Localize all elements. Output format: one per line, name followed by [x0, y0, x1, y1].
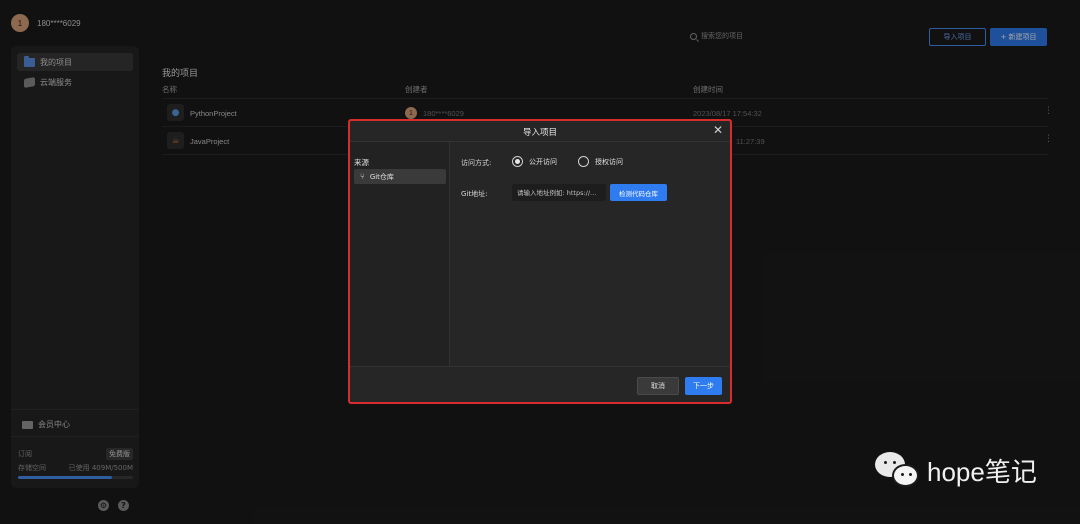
radio-public-access[interactable]: 公开访问 — [512, 156, 557, 167]
radio-unchecked-icon[interactable] — [578, 156, 589, 167]
source-label: 来源 — [354, 158, 369, 167]
detect-repository-button[interactable]: 检测代码仓库 — [610, 184, 667, 201]
radio-label: 授权访问 — [595, 157, 623, 166]
radio-authorized-access[interactable]: 授权访问 — [578, 156, 623, 167]
source-item-label: Git仓库 — [369, 172, 394, 181]
git-url-label: Git地址: — [461, 190, 488, 198]
wechat-logo-icon — [873, 449, 921, 491]
import-project-dialog: 导入项目 ✕ 来源 ⑂ Git仓库 访问方式: 公开访问 授权访问 Git地址:… — [348, 119, 732, 404]
git-url-input[interactable] — [512, 184, 606, 201]
source-panel: 来源 ⑂ Git仓库 — [350, 142, 450, 366]
divider — [350, 366, 730, 367]
source-item-git[interactable]: ⑂ Git仓库 — [354, 169, 446, 184]
close-icon[interactable]: ✕ — [713, 123, 723, 137]
next-button[interactable]: 下一步 — [685, 377, 722, 395]
radio-label: 公开访问 — [529, 157, 557, 166]
cancel-button[interactable]: 取消 — [637, 377, 679, 395]
git-branch-icon: ⑂ — [360, 172, 365, 181]
watermark-text: hope笔记 — [927, 456, 1037, 487]
access-method-label: 访问方式: — [461, 159, 492, 167]
dialog-title: 导入项目 — [522, 128, 557, 138]
radio-checked-icon[interactable] — [512, 156, 523, 167]
watermark: hope笔记 — [873, 449, 1037, 491]
